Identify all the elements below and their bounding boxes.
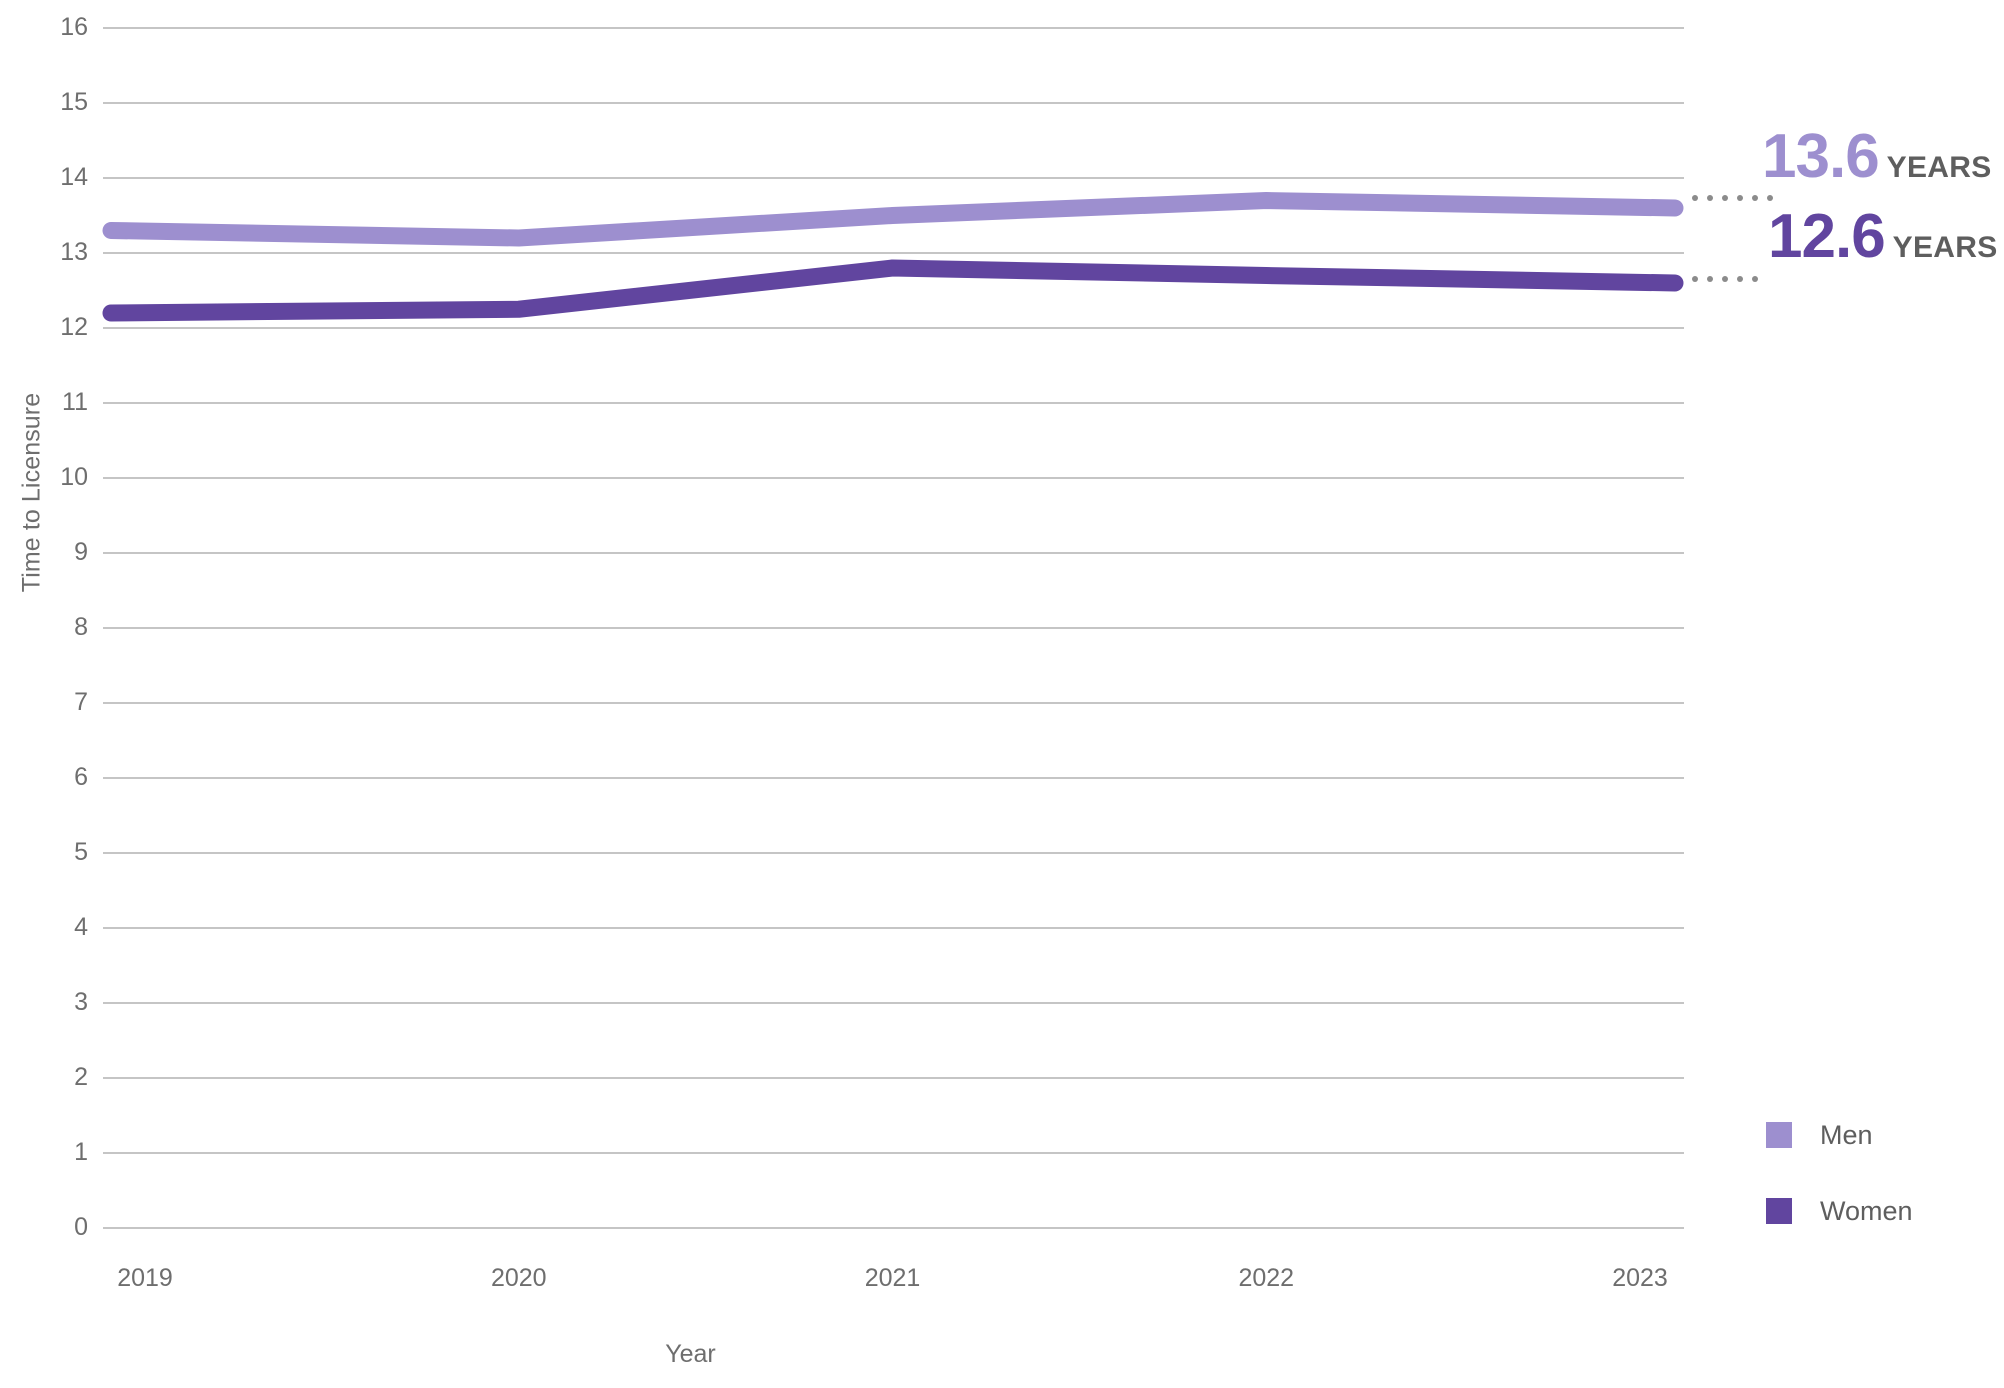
x-axis-tick-labels: 2019 2020 2021 2022 2023 xyxy=(0,1264,2004,1308)
x-axis-title: Year xyxy=(665,1340,716,1368)
plot-area xyxy=(102,27,1684,1229)
x-axis-tick-label: 2019 xyxy=(117,1264,173,1292)
legend-item-women[interactable]: Women xyxy=(1766,1190,1913,1232)
leader-dots-men-icon xyxy=(1692,195,1773,201)
callout-women: 12.6 YEARS xyxy=(1768,206,1998,268)
x-axis-tick-label: 2021 xyxy=(864,1264,921,1292)
callout-women-value: 12.6 xyxy=(1768,202,1886,271)
series-lines xyxy=(102,192,1684,322)
legend-label-men: Men xyxy=(1820,1119,1873,1150)
x-axis-tick-label: 2022 xyxy=(1238,1264,1295,1292)
callout-women-unit: YEARS xyxy=(1892,231,1998,264)
legend: Men Women xyxy=(1766,1114,1913,1266)
x-axis-tick-label: 2023 xyxy=(1612,1264,1668,1292)
line-chart: Time to Licensure 16 15 14 13 12 11 10 9 8 7 6 5 4 3 2… xyxy=(0,0,2004,1388)
x-axis-tick-label: 2020 xyxy=(490,1264,547,1292)
callout-men-unit: YEARS xyxy=(1886,151,1992,184)
legend-swatch-women-icon xyxy=(1766,1198,1792,1224)
leader-dots-women-icon xyxy=(1692,276,1758,282)
legend-item-men[interactable]: Men xyxy=(1766,1114,1913,1156)
legend-label-women: Women xyxy=(1820,1195,1913,1226)
legend-swatch-men-icon xyxy=(1766,1122,1792,1148)
series-line-women xyxy=(102,259,1684,322)
callout-men-value: 13.6 xyxy=(1762,122,1880,191)
series-line-men xyxy=(102,192,1684,247)
callout-men: 13.6 YEARS xyxy=(1762,126,1992,188)
